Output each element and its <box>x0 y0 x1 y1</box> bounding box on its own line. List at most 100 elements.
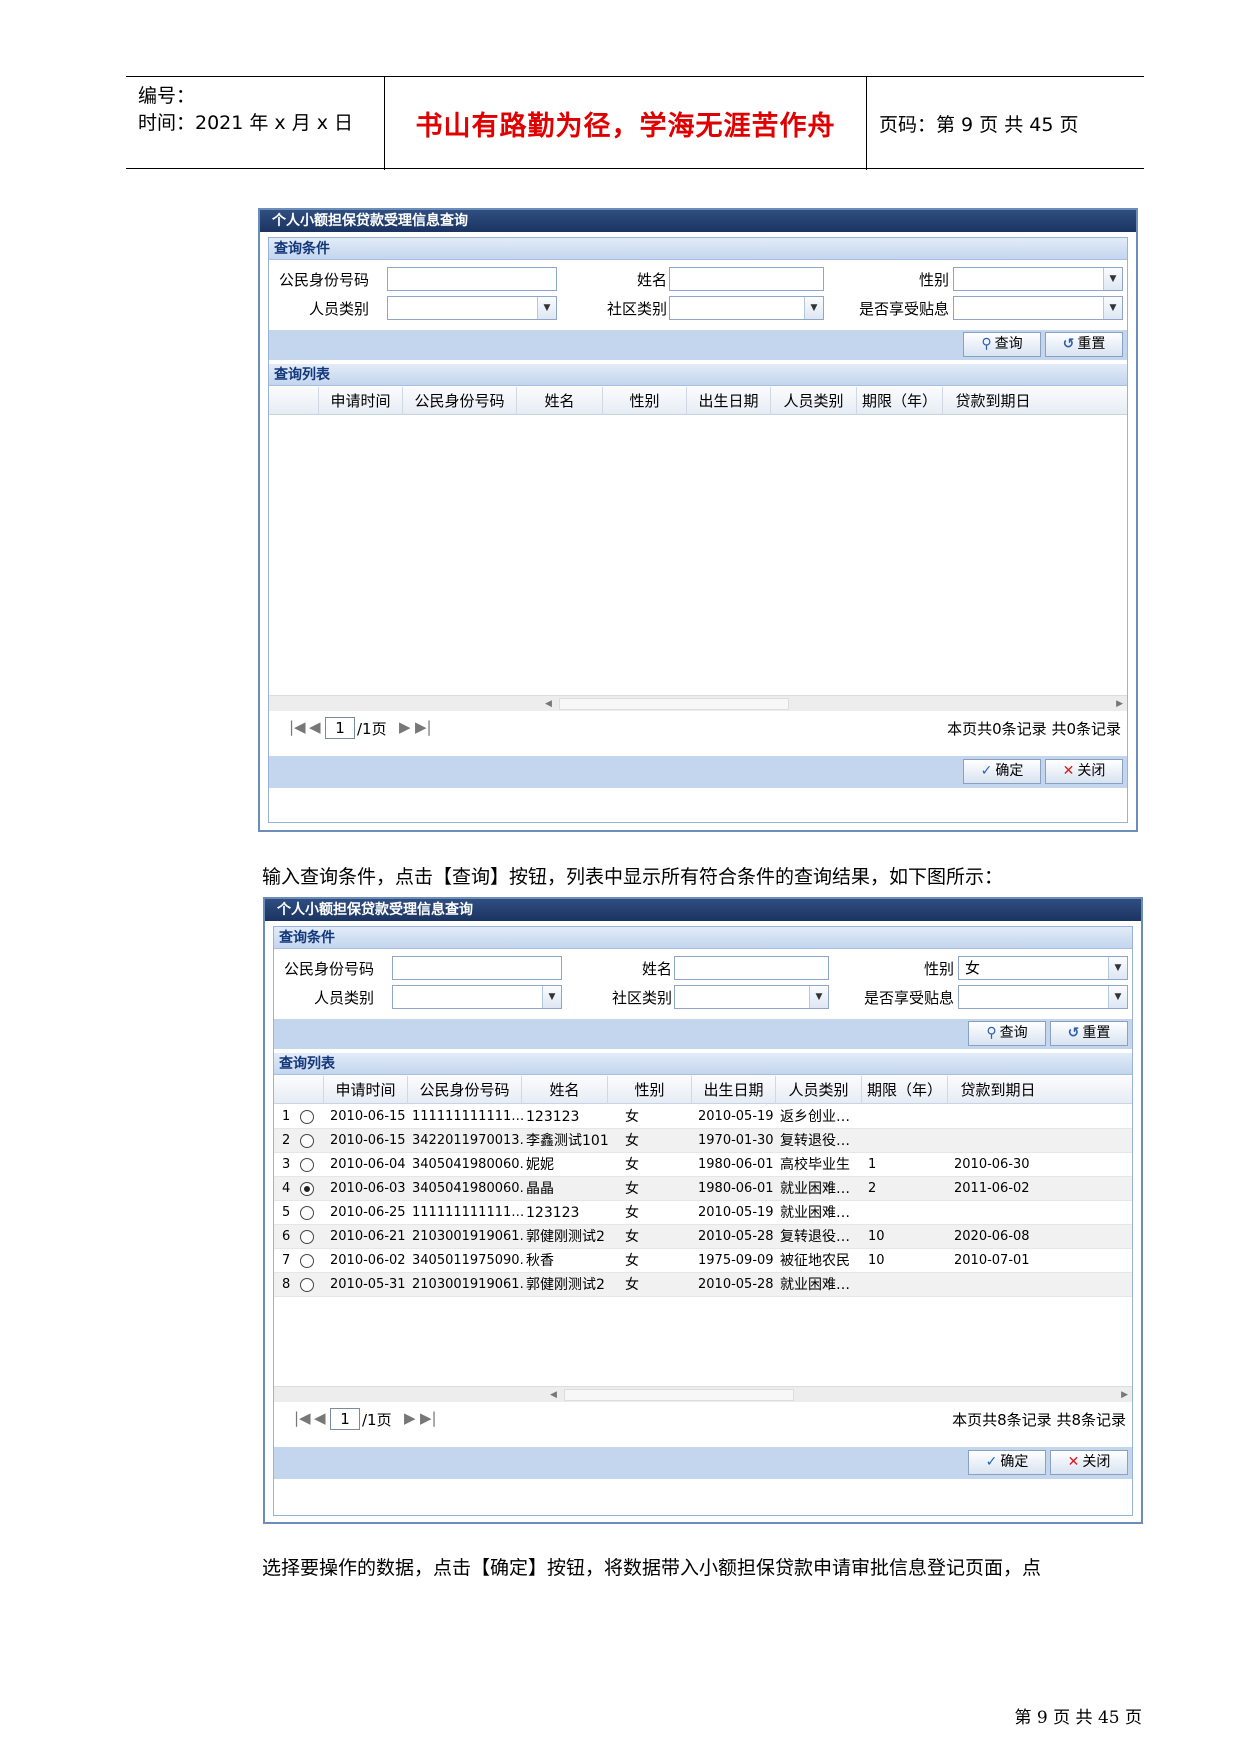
column-header[interactable]: 姓名 <box>522 1076 608 1104</box>
row-select-radio[interactable] <box>300 1206 314 1220</box>
subsidy-select[interactable]: ▼ <box>953 296 1123 320</box>
row-number: 4 <box>282 1181 291 1196</box>
cell-birth: 2010-05-28 <box>698 1277 774 1292</box>
cell-date: 2010-06-21 <box>330 1229 406 1244</box>
row-select-radio[interactable] <box>300 1110 314 1124</box>
column-header[interactable]: 姓名 <box>517 387 603 415</box>
cell-type: 被征地农民 <box>780 1253 850 1269</box>
table-row[interactable]: 3 2010-06-04 3405041980060… 妮妮 女 1980-06-01 高校… <box>274 1153 1132 1177</box>
scrollbar-thumb[interactable] <box>559 698 789 710</box>
subsidy-select[interactable]: ▼ <box>958 985 1128 1009</box>
column-header[interactable]: 出生日期 <box>687 387 771 415</box>
person-type-select[interactable]: ▼ <box>387 296 557 320</box>
column-header[interactable]: 期限（年） <box>857 387 943 415</box>
ok-button[interactable]: ✓ 确定 <box>968 1450 1046 1475</box>
prev-page-icon[interactable]: ◀ <box>314 1409 326 1427</box>
column-header[interactable]: 性别 <box>608 1076 692 1104</box>
column-header[interactable]: 出生日期 <box>692 1076 776 1104</box>
column-header[interactable]: 贷款到期日 <box>948 1076 1048 1104</box>
scroll-right-icon[interactable]: ▶ <box>1116 696 1123 712</box>
chevron-down-icon[interactable]: ▼ <box>1108 986 1127 1008</box>
gender-select[interactable]: ▼ <box>953 267 1123 291</box>
close-button[interactable]: ✕ 关闭 <box>1045 759 1123 784</box>
query-button[interactable]: ⚲ 查询 <box>963 332 1041 357</box>
chevron-down-icon[interactable]: ▼ <box>1108 957 1127 979</box>
scroll-right-icon[interactable]: ▶ <box>1121 1387 1128 1403</box>
total-pages: /1页 <box>357 720 387 738</box>
next-page-icon[interactable]: ▶ <box>404 1409 416 1427</box>
scroll-left-icon[interactable]: ◀ <box>545 696 552 712</box>
name-input[interactable] <box>674 956 829 980</box>
person-type-label: 人员类别 <box>308 300 369 318</box>
close-button[interactable]: ✕ 关闭 <box>1050 1450 1128 1475</box>
name-input[interactable] <box>669 267 824 291</box>
cell-gender: 女 <box>625 1181 639 1197</box>
cell-date: 2010-06-15 <box>330 1109 406 1124</box>
first-page-icon[interactable]: |◀ <box>294 1409 311 1427</box>
table-row[interactable]: 4 2010-06-03 3405041980060… 晶晶 女 1980-06-01 就业… <box>274 1177 1132 1201</box>
last-page-icon[interactable]: ▶| <box>415 718 432 736</box>
table-row[interactable]: 8 2010-05-31 2103001919061… 郭健刚测试2 女 2010-05-… <box>274 1273 1132 1297</box>
table-row[interactable]: 5 2010-06-25 111111111111… 123123 女 2010-05-1… <box>274 1201 1132 1225</box>
column-header[interactable]: 公民身份号码 <box>408 1076 522 1104</box>
chevron-down-icon[interactable]: ▼ <box>809 986 828 1008</box>
community-select[interactable]: ▼ <box>669 296 824 320</box>
column-header[interactable]: 贷款到期日 <box>943 387 1043 415</box>
column-header[interactable]: 申请时间 <box>324 1076 408 1104</box>
cell-date: 2010-06-02 <box>330 1253 406 1268</box>
last-page-icon[interactable]: ▶| <box>420 1409 437 1427</box>
pager: |◀ ◀ 1 /1页 ▶ ▶| 本页共0条记录 共0条记录 <box>269 712 1127 744</box>
row-select-radio[interactable] <box>300 1134 314 1148</box>
page-number-input[interactable]: 1 <box>330 1408 360 1430</box>
row-select-radio[interactable] <box>300 1230 314 1244</box>
person-type-select[interactable]: ▼ <box>392 985 562 1009</box>
horizontal-scrollbar[interactable]: ◀ ▶ <box>269 695 1127 711</box>
cell-name: 李鑫测试101 <box>526 1133 609 1149</box>
scroll-left-icon[interactable]: ◀ <box>550 1387 557 1403</box>
row-select-radio[interactable] <box>300 1278 314 1292</box>
row-number: 7 <box>282 1253 291 1268</box>
chevron-down-icon[interactable]: ▼ <box>1103 297 1122 319</box>
cell-due <box>954 1201 1044 1225</box>
cell-type: 复转退役… <box>780 1133 850 1149</box>
column-header[interactable]: 性别 <box>603 387 687 415</box>
chevron-down-icon[interactable]: ▼ <box>537 297 556 319</box>
conditions-toolbar: ⚲ 查询 ↺ 重置 <box>269 330 1127 360</box>
ok-button[interactable]: ✓ 确定 <box>963 759 1041 784</box>
next-page-icon[interactable]: ▶ <box>399 718 411 736</box>
table-row[interactable]: 1 2010-06-15 111111111111… 123123 女 2010-05-1… <box>274 1105 1132 1129</box>
column-header[interactable]: 期限（年） <box>862 1076 948 1104</box>
id-input[interactable] <box>392 956 562 980</box>
first-page-icon[interactable]: |◀ <box>289 718 306 736</box>
instruction-paragraph-2: 选择要操作的数据，点击【确定】按钮，将数据带入小额担保贷款申请审批信息登记页面，… <box>262 1557 1042 1579</box>
row-select-radio[interactable] <box>300 1182 314 1196</box>
name-label: 姓名 <box>636 271 667 289</box>
chevron-down-icon[interactable]: ▼ <box>804 297 823 319</box>
horizontal-scrollbar[interactable]: ◀ ▶ <box>274 1386 1132 1402</box>
table-row[interactable]: 2 2010-06-15 3422011970013… 李鑫测试101 女 1970-01… <box>274 1129 1132 1153</box>
page-number-input[interactable]: 1 <box>325 717 355 739</box>
column-header[interactable]: 人员类别 <box>776 1076 862 1104</box>
chevron-down-icon[interactable]: ▼ <box>542 986 561 1008</box>
query-button[interactable]: ⚲ 查询 <box>968 1021 1046 1046</box>
scrollbar-thumb[interactable] <box>564 1389 794 1401</box>
community-select[interactable]: ▼ <box>674 985 829 1009</box>
cell-type: 复转退役… <box>780 1229 850 1245</box>
table-row[interactable]: 6 2010-06-21 2103001919061… 郭健刚测试2 女 2010-05-… <box>274 1225 1132 1249</box>
reset-button[interactable]: ↺ 重置 <box>1050 1021 1128 1046</box>
chevron-down-icon[interactable]: ▼ <box>1103 268 1122 290</box>
id-input[interactable] <box>387 267 557 291</box>
row-select-radio[interactable] <box>300 1158 314 1172</box>
search-icon: ⚲ <box>981 336 992 352</box>
row-number: 6 <box>282 1229 291 1244</box>
prev-page-icon[interactable]: ◀ <box>309 718 321 736</box>
header-select-col <box>274 1076 324 1104</box>
row-select-radio[interactable] <box>300 1254 314 1268</box>
column-header[interactable]: 申请时间 <box>319 387 403 415</box>
table-row[interactable]: 7 2010-06-02 3405011975090… 秋香 女 1975-09-09 被征… <box>274 1249 1132 1273</box>
column-header[interactable]: 公民身份号码 <box>403 387 517 415</box>
gender-select[interactable]: 女 ▼ <box>958 956 1128 980</box>
cell-type: 高校毕业生 <box>780 1157 850 1173</box>
reset-button[interactable]: ↺ 重置 <box>1045 332 1123 357</box>
column-header[interactable]: 人员类别 <box>771 387 857 415</box>
